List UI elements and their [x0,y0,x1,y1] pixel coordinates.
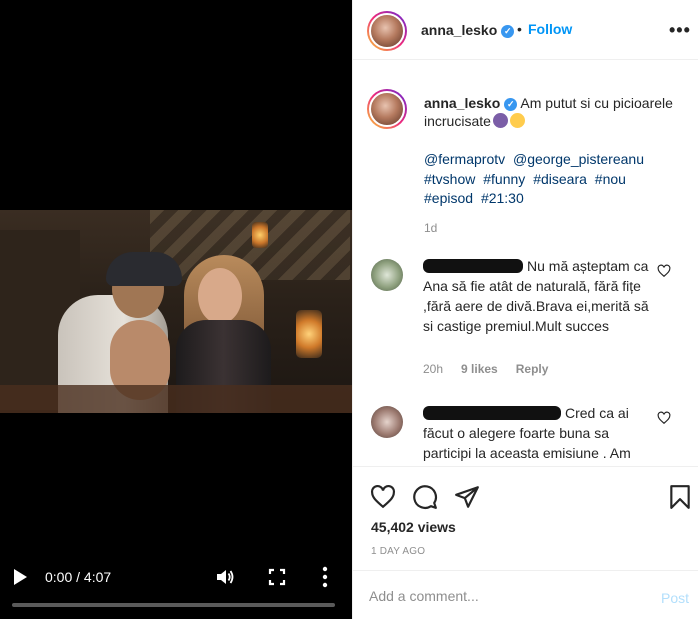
tag-link[interactable]: #diseara [533,171,587,187]
scene-woman-face [198,268,242,324]
follow-button[interactable]: Follow [528,21,572,37]
add-comment-bar: Post [353,570,698,619]
tag-link[interactable]: #funny [483,171,525,187]
more-options-icon[interactable] [318,566,332,588]
post-caption: anna_lesko ✓ Am putut si cu picioarele in… [424,94,674,130]
tag-link[interactable]: @george_pistereanu [513,151,644,167]
comment-time[interactable]: 20h [423,362,443,376]
comment-icon[interactable] [412,484,438,510]
comment-meta: 20h 9 likes Reply [423,362,548,376]
commenter-avatar[interactable] [371,406,403,438]
play-icon[interactable] [12,568,28,586]
share-icon[interactable] [454,484,480,510]
scene-lantern [296,310,322,358]
comment-input[interactable] [369,588,629,604]
post-date[interactable]: 1 DAY AGO [371,546,425,557]
caption-avatar[interactable] [367,89,407,129]
avatar[interactable] [367,11,407,51]
video-player[interactable]: 0:00 / 4:07 [0,0,352,619]
comment-likes[interactable]: 9 likes [461,362,498,376]
like-comment-heart-icon[interactable] [657,411,671,425]
like-comment-heart-icon[interactable] [657,264,671,278]
post-button[interactable]: Post [661,590,689,606]
tag-link[interactable]: #tvshow [424,171,475,187]
redacted-username [423,406,561,420]
comments-scroll-area[interactable]: anna_lesko ✓ Am putut si cu picioarele in… [353,61,698,466]
caption-time[interactable]: 1d [424,221,437,235]
separator-dot: • [517,21,522,37]
video-frame[interactable] [0,210,352,413]
view-count[interactable]: 45,402 views [371,519,456,535]
caption-username[interactable]: anna_lesko ✓ [424,95,518,111]
scene-lamp [252,222,268,248]
grin-emoji-icon [509,113,525,128]
header-username[interactable]: anna_lesko ✓ [421,22,515,38]
verified-icon: ✓ [501,24,515,38]
comment-text: Cred ca ai făcut o alegere foarte buna s… [423,403,655,463]
tag-link[interactable]: #21:30 [481,190,524,206]
tag-link[interactable]: @fermaprotv [424,151,505,167]
tag-link[interactable]: #episod [424,190,473,206]
verified-icon: ✓ [504,97,518,111]
bookmark-icon[interactable] [667,484,693,510]
reply-button[interactable]: Reply [516,362,549,376]
person-emoji-icon [492,113,508,128]
post-header: anna_lesko ✓ • Follow ••• [353,0,698,60]
post-panel: anna_lesko ✓ • Follow ••• anna_lesko ✓ Am … [352,0,698,619]
more-icon[interactable]: ••• [669,20,691,41]
fullscreen-icon[interactable] [268,568,286,586]
comment-text: Nu mă așteptam ca Ana să fie atât de nat… [423,256,655,336]
heart-icon[interactable] [370,484,396,510]
commenter-avatar[interactable] [371,259,403,291]
tag-link[interactable]: #nou [595,171,626,187]
volume-icon[interactable] [215,567,235,587]
redacted-username [423,259,523,273]
video-time: 0:00 / 4:07 [45,569,112,585]
scene-table [0,385,352,413]
video-progress-bar[interactable] [12,603,335,607]
scene-man-cap [106,252,182,286]
caption-tags: @fermaprotv @george_pistereanu #tvshow #… [424,150,674,209]
